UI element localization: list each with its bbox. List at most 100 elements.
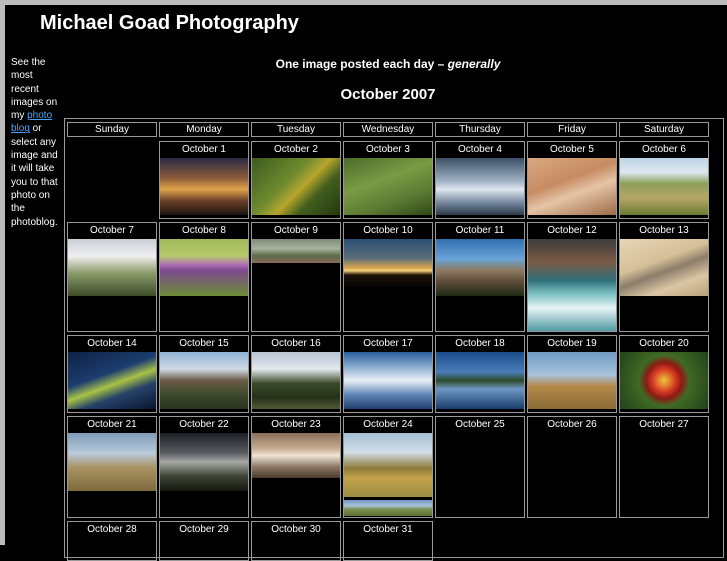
- calendar-day-cell[interactable]: October 22: [159, 416, 249, 518]
- calendar-day-label: October 9: [274, 225, 318, 236]
- calendar-day-label: October 16: [271, 338, 321, 349]
- calendar-day-label: October 23: [271, 419, 321, 430]
- calendar-day-label: October 21: [87, 419, 137, 430]
- cemetery-headstones-photo-thumbnail[interactable]: [68, 239, 156, 296]
- calendar-day-label: October 3: [366, 144, 410, 155]
- calendar-day-label: October 31: [363, 524, 413, 535]
- calendar-day-cell[interactable]: October 14: [67, 335, 157, 413]
- calendar-day-label: October 4: [458, 144, 502, 155]
- cloudy-sky-photo-thumbnail[interactable]: [436, 158, 524, 215]
- prairie-landscape-photo-thumbnail[interactable]: [68, 433, 156, 491]
- barbed-wire-field-photo-thumbnail[interactable]: [528, 352, 616, 409]
- calendar-day-label: October 22: [179, 419, 229, 430]
- calendar-day-label: October 2: [274, 144, 318, 155]
- calendar-day-label: October 13: [639, 225, 689, 236]
- calendar-day-cell[interactable]: October 7: [67, 222, 157, 332]
- tagline: One image posted each day – generally: [60, 57, 716, 71]
- calendar-day-cell: October 25: [435, 416, 525, 518]
- sunset-clouds-photo-thumbnail[interactable]: [160, 158, 248, 215]
- red-truck-field-photo-thumbnail[interactable]: [620, 158, 708, 215]
- calendar-day-label: October 26: [547, 419, 597, 430]
- calendar-day-label: October 30: [271, 524, 321, 535]
- calendar-day-cell[interactable]: October 6: [619, 141, 709, 219]
- weekday-header-saturday: Saturday: [619, 122, 709, 137]
- calendar-day-label: October 12: [547, 225, 597, 236]
- calendar-day-cell: October 27: [619, 416, 709, 518]
- calendar-day-cell[interactable]: October 17: [343, 335, 433, 413]
- calendar-day-cell: October 31: [343, 521, 433, 561]
- rock-on-sand-photo-thumbnail[interactable]: [620, 239, 708, 296]
- tagline-lead: One image posted each day –: [275, 57, 448, 71]
- calendar-day-cell[interactable]: October 23: [251, 416, 341, 518]
- sunset-horizon-photo-thumbnail[interactable]: [344, 239, 432, 287]
- green-grass-photo-thumbnail[interactable]: [344, 158, 432, 215]
- calendar-day-label: October 14: [87, 338, 137, 349]
- weekday-header-wednesday: Wednesday: [343, 122, 433, 137]
- calendar-day-cell[interactable]: October 3: [343, 141, 433, 219]
- calendar-day-label: October 7: [90, 225, 134, 236]
- calendar-day-label: October 24: [363, 419, 413, 430]
- yellow-flowers-grass-photo-thumbnail[interactable]: [252, 158, 340, 215]
- calendar-day-label: October 19: [547, 338, 597, 349]
- calendar-day-label: October 25: [455, 419, 505, 430]
- calendar-day-cell: October 30: [251, 521, 341, 561]
- calendar-day-cell[interactable]: October 10: [343, 222, 433, 332]
- window-frame-top: [0, 0, 727, 5]
- calendar-day-cell[interactable]: October 1: [159, 141, 249, 219]
- town-street-photo-thumbnail[interactable]: [252, 433, 340, 478]
- calendar-day-label: October 17: [363, 338, 413, 349]
- calendar-day-label: October 29: [179, 524, 229, 535]
- sidebar-text-after: or select any image and it will take you…: [11, 123, 58, 228]
- hay-bales-second-photo-thumbnail[interactable]: [344, 500, 432, 516]
- lake-reflection-photo-thumbnail[interactable]: [436, 352, 524, 409]
- tagline-emphasis: generally: [447, 57, 501, 71]
- calendar-day-cell[interactable]: October 19: [527, 335, 617, 413]
- hot-spring-geyser-photo-thumbnail[interactable]: [528, 239, 616, 331]
- calendar-day-label: October 28: [87, 524, 137, 535]
- driftwood-photo-thumbnail[interactable]: [528, 158, 616, 215]
- calendar-day-label: October 20: [639, 338, 689, 349]
- backlit-leaf-photo-thumbnail[interactable]: [68, 352, 156, 409]
- calendar-day-cell[interactable]: October 16: [251, 335, 341, 413]
- calendar-day-cell[interactable]: October 24: [343, 416, 433, 518]
- calendar-day-cell[interactable]: October 8: [159, 222, 249, 332]
- calendar-day-cell: October 26: [527, 416, 617, 518]
- window-frame-left: [0, 0, 5, 545]
- calendar-day-cell[interactable]: October 11: [435, 222, 525, 332]
- hay-bales-field-photo-thumbnail[interactable]: [344, 433, 432, 497]
- calendar-day-cell[interactable]: October 12: [527, 222, 617, 332]
- calendar-day-cell[interactable]: October 13: [619, 222, 709, 332]
- storm-clouds-lake-photo-thumbnail[interactable]: [160, 433, 248, 491]
- weekday-header-thursday: Thursday: [435, 122, 525, 137]
- rock-formation-photo-thumbnail[interactable]: [436, 239, 524, 296]
- devils-tower-photo-thumbnail[interactable]: [160, 352, 248, 409]
- calendar-day-cell[interactable]: October 9: [251, 222, 341, 332]
- calendar-day-label: October 10: [363, 225, 413, 236]
- calendar-day-label: October 27: [639, 419, 689, 430]
- calendar-day-label: October 11: [455, 225, 505, 236]
- pine-trees-photo-thumbnail[interactable]: [252, 352, 340, 409]
- sidebar-intro: See the most recent images on my photo b…: [11, 56, 61, 229]
- weekday-header-tuesday: Tuesday: [251, 122, 341, 137]
- calendar-day-label: October 15: [179, 338, 229, 349]
- dramatic-clouds-photo-thumbnail[interactable]: [344, 352, 432, 409]
- calendar-grid: Sunday Monday Tuesday Wednesday Thursday Frid…: [64, 118, 724, 561]
- calendar-day-cell[interactable]: October 21: [67, 416, 157, 518]
- calendar-day-cell[interactable]: October 2: [251, 141, 341, 219]
- month-title: October 2007: [340, 86, 436, 103]
- weekday-header-friday: Friday: [527, 122, 617, 137]
- calendar-day-cell[interactable]: October 15: [159, 335, 249, 413]
- calendar-day-cell[interactable]: October 20: [619, 335, 709, 413]
- calendar-day-cell[interactable]: October 18: [435, 335, 525, 413]
- calendar-day-label: October 5: [550, 144, 594, 155]
- weekday-header-sunday: Sunday: [67, 122, 157, 137]
- calendar-day-cell[interactable]: October 5: [527, 141, 617, 219]
- calendar-day-label: October 8: [182, 225, 226, 236]
- purple-thistle-photo-thumbnail[interactable]: [160, 239, 248, 296]
- road-landscape-photo-thumbnail[interactable]: [252, 239, 340, 263]
- red-yellow-flower-photo-thumbnail[interactable]: [620, 352, 708, 409]
- weekday-header-monday: Monday: [159, 122, 249, 137]
- calendar-day-cell: October 28: [67, 521, 157, 561]
- calendar-day-label: October 6: [642, 144, 686, 155]
- calendar-day-cell[interactable]: October 4: [435, 141, 525, 219]
